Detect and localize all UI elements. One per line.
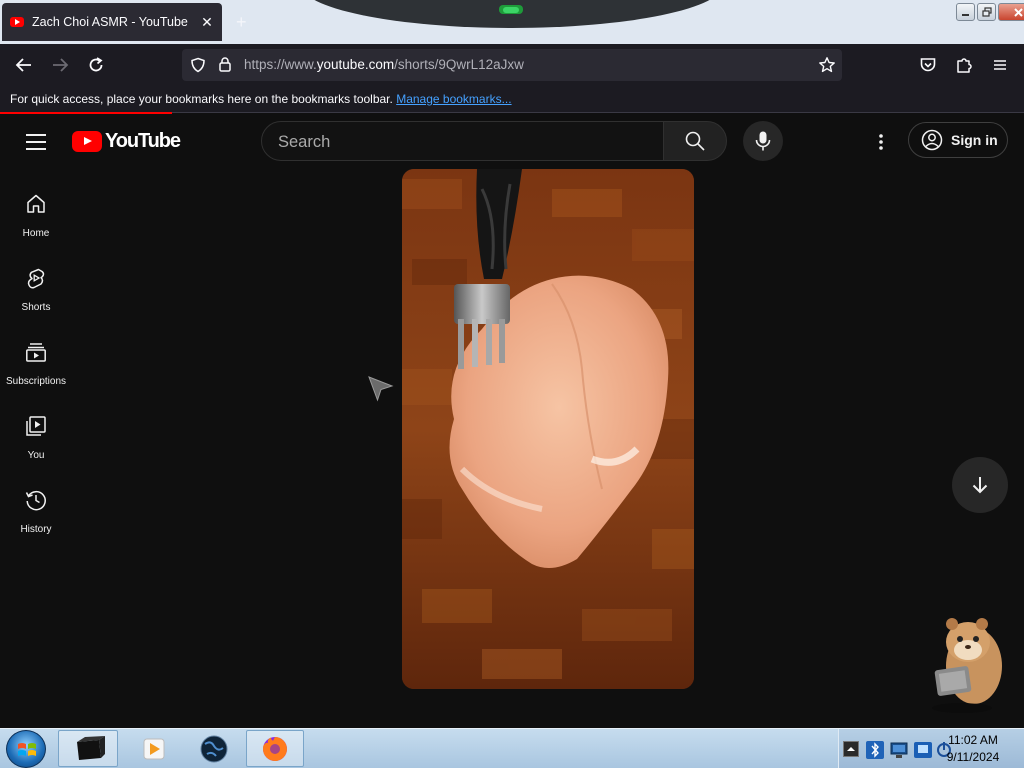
search-input[interactable]: [278, 131, 648, 153]
next-short-button[interactable]: [952, 457, 1008, 513]
tracking-shield-icon[interactable]: [190, 57, 206, 73]
more-vert-icon: [879, 134, 883, 150]
sidebar-item-history[interactable]: History: [0, 466, 72, 540]
url-path: /shorts/9QwrL12aJxw: [394, 57, 524, 72]
subscriptions-icon: [26, 343, 46, 362]
sign-in-label: Sign in: [951, 132, 998, 148]
sidebar-item-label: You: [27, 450, 45, 461]
screen: Zach Choi ASMR - YouTube ✕ + https://www…: [0, 0, 1024, 768]
taskbar-clock[interactable]: 11:02 AM 9/11/2024: [938, 732, 1008, 766]
taskbar-firefox-button[interactable]: [246, 730, 304, 767]
youtube-logo-text: YouTube: [105, 130, 181, 152]
restore-button[interactable]: [977, 3, 996, 21]
sidebar-item-label: Shorts: [21, 302, 51, 313]
account-circle-icon: [921, 129, 943, 151]
you-icon: [26, 416, 46, 436]
search-box[interactable]: [261, 121, 664, 161]
back-arrow-icon: [15, 58, 31, 72]
youtube-masthead: YouTube Sign in: [0, 114, 1024, 170]
search-icon: [685, 131, 705, 151]
guide-menu-button[interactable]: [24, 132, 48, 152]
url-bar[interactable]: https://www.youtube.com/shorts/9QwrL12aJ…: [182, 49, 842, 81]
sidebar-item-label: History: [20, 524, 52, 535]
manage-bookmarks-link[interactable]: Manage bookmarks...: [396, 92, 511, 106]
hamburger-menu-icon: [994, 60, 1006, 70]
bookmark-star-icon[interactable]: [818, 56, 836, 74]
hamburger-line: [26, 141, 46, 143]
extensions-button[interactable]: [952, 53, 976, 77]
youtube-play-logo-icon: [72, 131, 102, 152]
taskbar-globe-button[interactable]: [186, 730, 242, 767]
sidebar-item-label: Subscriptions: [5, 376, 67, 387]
app-menu-button[interactable]: [988, 53, 1012, 77]
media-player-icon: [143, 738, 165, 759]
tab-title: Zach Choi ASMR - YouTube: [32, 15, 188, 29]
youtube-logo[interactable]: YouTube: [72, 130, 181, 153]
new-tab-button[interactable]: +: [236, 12, 247, 33]
network-tray-icon[interactable]: [889, 740, 909, 760]
youtube-page: YouTube Sign in Home: [0, 114, 1024, 728]
sidebar-item-home[interactable]: Home: [0, 170, 72, 244]
video-frame-chicken-fork: [402, 169, 694, 689]
bookmarks-toolbar: For quick access, place your bookmarks h…: [0, 86, 1024, 113]
clock-time: 11:02 AM: [948, 733, 998, 747]
taskbar: 11:02 AM 9/11/2024: [0, 728, 1024, 768]
browser-tab[interactable]: Zach Choi ASMR - YouTube ✕: [2, 3, 222, 41]
bookmarks-message: For quick access, place your bookmarks h…: [10, 92, 512, 106]
reload-icon: [89, 57, 103, 72]
settings-more-button[interactable]: [866, 128, 896, 156]
sidebar-item-shorts[interactable]: Shorts: [0, 244, 72, 318]
forward-arrow-icon: [53, 58, 69, 72]
url-prefix: https://www.: [244, 57, 317, 72]
windows-logo-icon: [18, 743, 36, 756]
search-button[interactable]: [663, 121, 727, 161]
firefox-icon: [262, 736, 287, 761]
hamburger-line: [26, 134, 46, 136]
bluetooth-tray-icon[interactable]: [865, 740, 885, 760]
pocket-button[interactable]: [916, 53, 940, 77]
sidebar-item-label: Home: [22, 228, 50, 239]
browser-titlebar: Zach Choi ASMR - YouTube ✕ +: [0, 0, 1024, 44]
history-icon: [25, 490, 46, 511]
hamster-mascot-icon: [932, 618, 1002, 713]
microphone-icon: [755, 131, 771, 151]
url-text[interactable]: https://www.youtube.com/shorts/9QwrL12aJ…: [244, 57, 524, 72]
tab-close-icon[interactable]: ✕: [200, 14, 214, 31]
taskbar-media-player-button[interactable]: [124, 730, 184, 767]
sidebar-item-subscriptions[interactable]: Subscriptions: [0, 318, 72, 392]
terminal-icon: [77, 735, 105, 760]
window-controls: [956, 3, 1024, 21]
url-host: youtube.com: [316, 57, 395, 72]
notch-indicator-icon: [499, 5, 523, 14]
back-button[interactable]: [12, 53, 36, 77]
globe-icon: [200, 735, 228, 762]
shorts-icon: [27, 268, 45, 289]
puzzle-icon: [957, 58, 972, 73]
mouse-pointer-icon: [368, 376, 394, 402]
home-icon: [27, 194, 45, 213]
reload-button[interactable]: [84, 53, 108, 77]
chevron-up-icon: [847, 747, 855, 751]
voice-search-button[interactable]: [743, 121, 783, 161]
clock-date: 9/11/2024: [946, 750, 1000, 764]
show-hidden-icons-button[interactable]: [843, 741, 859, 757]
sidebar-item-you[interactable]: You: [0, 392, 72, 466]
sign-in-button[interactable]: Sign in: [908, 122, 1008, 158]
bookmarks-prompt: For quick access, place your bookmarks h…: [10, 92, 393, 106]
lock-icon[interactable]: [218, 56, 232, 73]
display-tray-icon[interactable]: [913, 740, 933, 760]
shorts-video-player[interactable]: [402, 169, 694, 689]
minimize-button[interactable]: [956, 3, 975, 21]
browser-navbar: https://www.youtube.com/shorts/9QwrL12aJ…: [0, 44, 1024, 86]
close-window-button[interactable]: [998, 3, 1024, 21]
taskbar-terminal-button[interactable]: [58, 730, 118, 767]
start-button[interactable]: [6, 730, 46, 768]
pocket-icon: [920, 58, 936, 72]
hamburger-line: [26, 148, 46, 150]
arrow-down-icon: [972, 477, 988, 494]
forward-button[interactable]: [48, 53, 72, 77]
youtube-favicon-icon: [10, 17, 24, 27]
